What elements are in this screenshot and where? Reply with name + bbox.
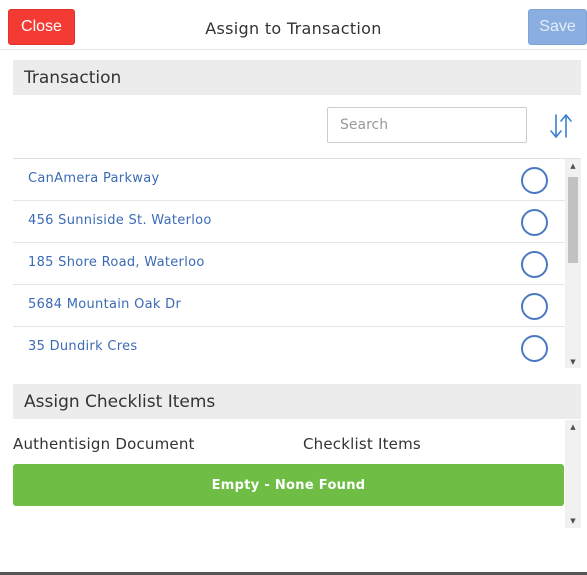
transaction-radio[interactable] [521,209,548,236]
checklist-area: Authentisign Document Checklist Items Em… [13,420,581,528]
transaction-label: 35 Dundirk Cres [28,339,138,354]
sort-up-down-arrows-icon [550,114,572,138]
transaction-list: CanAmera Parkway 456 Sunniside St. Water… [13,158,581,368]
transaction-row[interactable]: 185 Shore Road, Waterloo [13,243,565,285]
checklist-scrollbar[interactable]: ▲ ▼ [565,420,581,528]
scroll-down-arrow-icon[interactable]: ▼ [565,355,581,368]
checklist-items-column-header: Checklist Items [303,435,421,453]
sort-button[interactable] [547,111,575,141]
assign-transaction-modal: Close Assign to Transaction Save Transac… [0,0,587,575]
transaction-label: 5684 Mountain Oak Dr [28,297,182,312]
scroll-down-arrow-icon[interactable]: ▼ [565,514,581,528]
transaction-radio[interactable] [521,167,548,194]
transaction-row[interactable]: 5684 Mountain Oak Dr [13,285,565,327]
transaction-label: 456 Sunniside St. Waterloo [28,213,212,228]
empty-state-bar: Empty - None Found [13,464,564,506]
transaction-label: 185 Shore Road, Waterloo [28,255,205,270]
transaction-row[interactable]: 35 Dundirk Cres [13,327,565,368]
transaction-radio[interactable] [521,293,548,320]
scroll-up-arrow-icon[interactable]: ▲ [565,420,581,434]
transaction-row[interactable]: 456 Sunniside St. Waterloo [13,201,565,243]
scroll-up-arrow-icon[interactable]: ▲ [565,159,581,173]
transaction-label: CanAmera Parkway [28,171,160,186]
transaction-radio[interactable] [521,335,548,362]
transaction-radio[interactable] [521,251,548,278]
transaction-list-scrollbar[interactable]: ▲ ▼ [565,159,581,368]
transaction-section-header: Transaction [13,60,581,95]
save-button[interactable]: Save [528,9,587,45]
authentisign-document-column-header: Authentisign Document [13,435,195,453]
search-input[interactable] [327,107,527,143]
checklist-section-header: Assign Checklist Items [13,384,581,419]
scrollbar-thumb[interactable] [568,177,578,263]
modal-header: Close Assign to Transaction Save [0,0,587,50]
transaction-row[interactable]: CanAmera Parkway [13,159,565,201]
modal-title: Assign to Transaction [205,19,382,38]
